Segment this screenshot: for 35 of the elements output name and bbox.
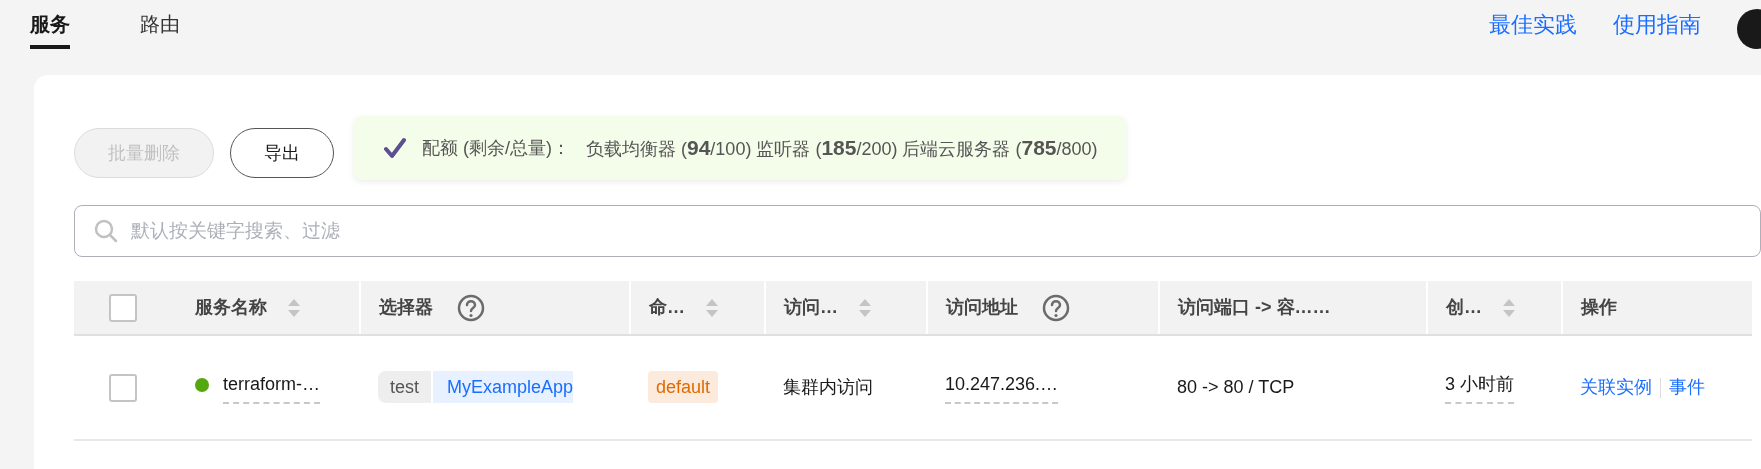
help-icon bbox=[457, 293, 485, 322]
column-header[interactable]: 命… bbox=[649, 294, 685, 321]
namespace-tag: default bbox=[648, 371, 719, 403]
column-header[interactable]: 访问… bbox=[784, 294, 838, 321]
selector-key: test bbox=[378, 371, 431, 403]
service-name[interactable]: terraform-… bbox=[223, 371, 320, 404]
search-icon bbox=[94, 219, 118, 243]
row-checkbox[interactable] bbox=[109, 373, 137, 402]
check-icon bbox=[384, 137, 406, 159]
search-field[interactable]: 默认按关键字搜索、过滤 bbox=[74, 205, 1761, 257]
tab[interactable]: 路由 bbox=[140, 0, 180, 49]
sort-icon bbox=[1502, 297, 1516, 318]
access-type: 集群内访问 bbox=[783, 377, 873, 397]
action-link[interactable]: 关联实例 bbox=[1580, 377, 1652, 397]
port-mapping: 80 -> 80 / TCP bbox=[1177, 377, 1295, 397]
sort-icon bbox=[858, 297, 872, 318]
quota-text: 负载均衡器 (94/100) 监听器 (185/200) 后端云服务器 (785/800) bbox=[586, 135, 1098, 162]
access-address: 10.247.236.… bbox=[945, 371, 1059, 404]
column-header[interactable]: 服务名称 bbox=[195, 294, 267, 321]
sort-icon bbox=[705, 297, 719, 318]
action-link[interactable]: 事件 bbox=[1669, 377, 1705, 397]
column-header[interactable]: 操作 bbox=[1581, 294, 1617, 321]
header-link[interactable]: 使用指南 bbox=[1613, 0, 1701, 50]
select-all-checkbox[interactable] bbox=[109, 293, 137, 322]
tab[interactable]: 服务 bbox=[30, 0, 70, 49]
quota-label: 配额 (剩余/总量)： bbox=[422, 136, 570, 160]
created-time: 3 小时前 bbox=[1445, 371, 1514, 404]
sort-icon bbox=[287, 297, 301, 318]
column-header[interactable]: 选择器 bbox=[379, 294, 433, 321]
help-icon bbox=[1042, 293, 1070, 322]
toolbar-button[interactable]: 导出 bbox=[230, 128, 334, 178]
column-header[interactable]: 创… bbox=[1446, 294, 1482, 321]
header-link[interactable]: 最佳实践 bbox=[1489, 0, 1577, 50]
selector-value: MyExampleApp bbox=[433, 371, 574, 403]
column-header[interactable]: 访问地址 bbox=[946, 294, 1018, 321]
